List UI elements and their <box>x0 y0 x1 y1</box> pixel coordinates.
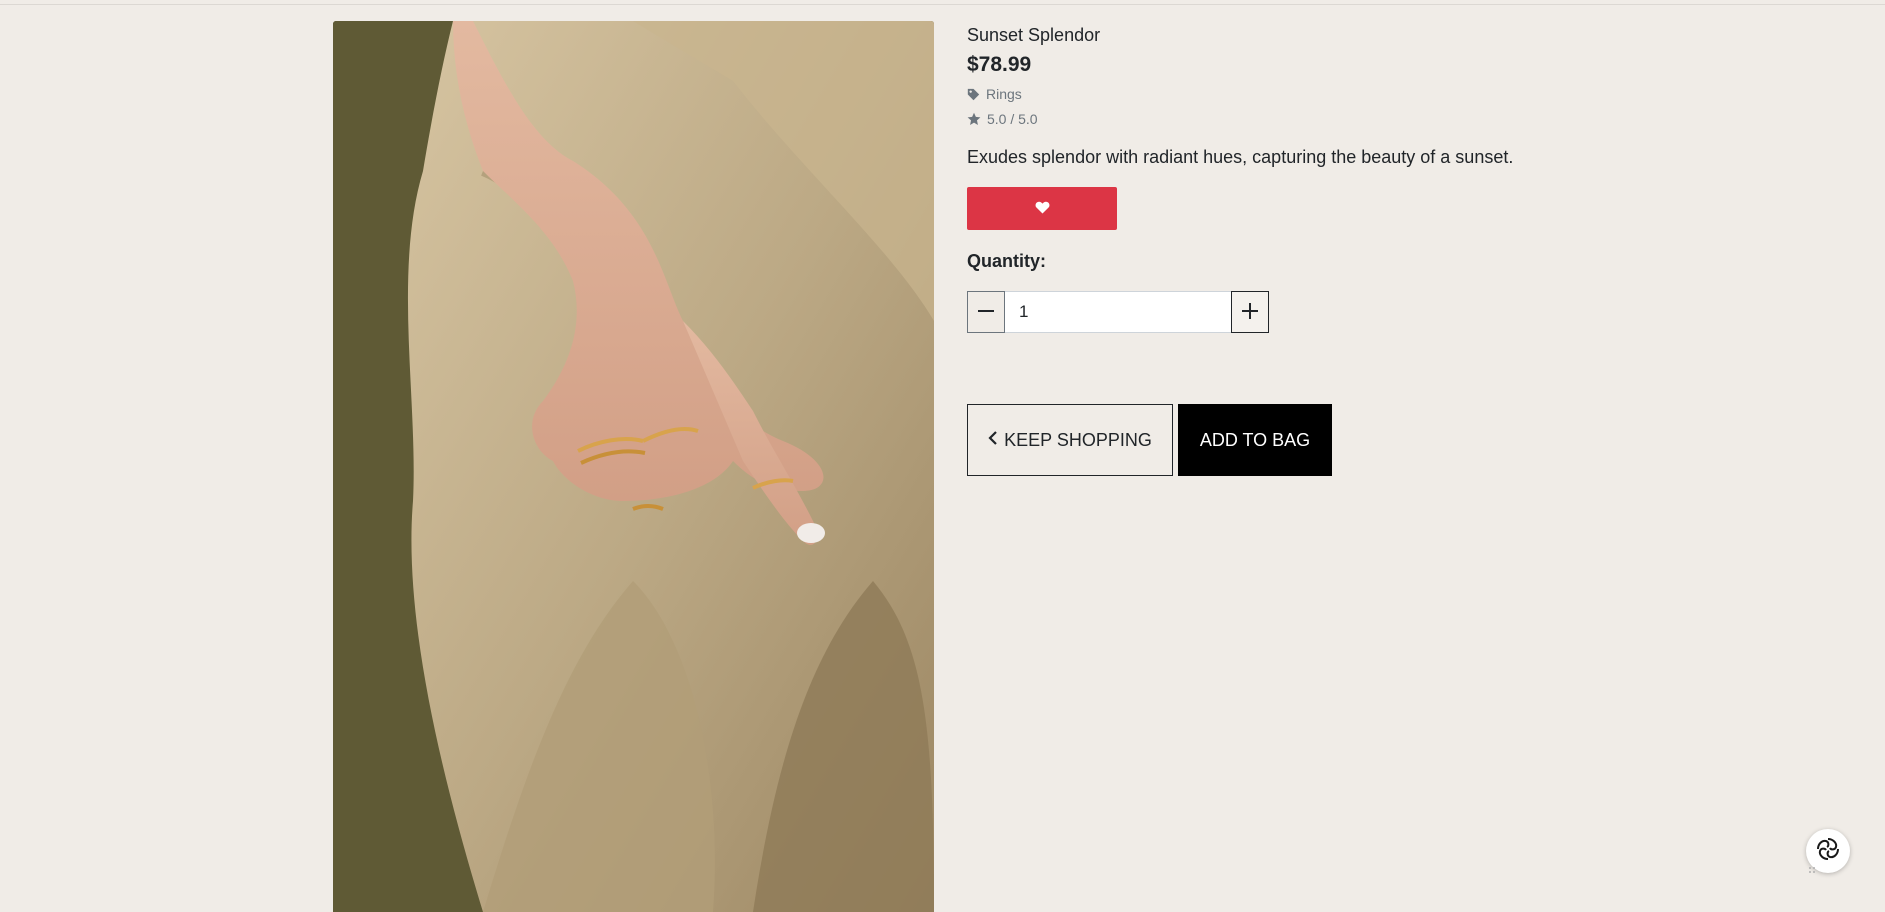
category-label[interactable]: Rings <box>986 86 1022 102</box>
add-to-favorites-button[interactable] <box>967 187 1117 230</box>
add-to-bag-button[interactable]: ADD TO BAG <box>1178 404 1332 476</box>
quantity-input[interactable] <box>1005 291 1231 333</box>
product-price: $78.99 <box>967 53 1032 76</box>
rating-value: 5.0 / 5.0 <box>987 111 1038 127</box>
tag-icon <box>967 88 980 101</box>
plus-icon <box>1241 302 1259 323</box>
action-buttons: KEEP SHOPPING ADD TO BAG <box>967 404 1587 476</box>
increase-quantity-button[interactable] <box>1231 291 1269 333</box>
header-divider <box>0 4 1885 5</box>
product-photo-illustration <box>333 21 934 912</box>
quantity-label: Quantity: <box>967 251 1046 271</box>
product-category: Rings <box>967 86 1587 102</box>
widget-drag-handle[interactable] <box>1808 861 1816 873</box>
product-description: Exudes splendor with radiant hues, captu… <box>967 147 1514 167</box>
quantity-stepper <box>967 291 1587 333</box>
minus-icon <box>977 302 995 323</box>
product-details: Sunset Splendor $78.99 Rings 5.0 / 5.0 E… <box>967 24 1587 476</box>
product-image <box>333 21 934 912</box>
product-name: Sunset Splendor <box>967 25 1101 45</box>
add-to-bag-label: ADD TO BAG <box>1199 429 1311 450</box>
keep-shopping-button[interactable]: KEEP SHOPPING <box>967 404 1173 476</box>
product-rating: 5.0 / 5.0 <box>967 111 1587 127</box>
chevron-left-icon <box>988 430 998 451</box>
swirl-icon <box>1815 836 1841 867</box>
decrease-quantity-button[interactable] <box>967 291 1005 333</box>
star-icon <box>967 112 981 126</box>
keep-shopping-label: KEEP SHOPPING <box>1004 429 1152 450</box>
heart-icon <box>1035 201 1050 217</box>
